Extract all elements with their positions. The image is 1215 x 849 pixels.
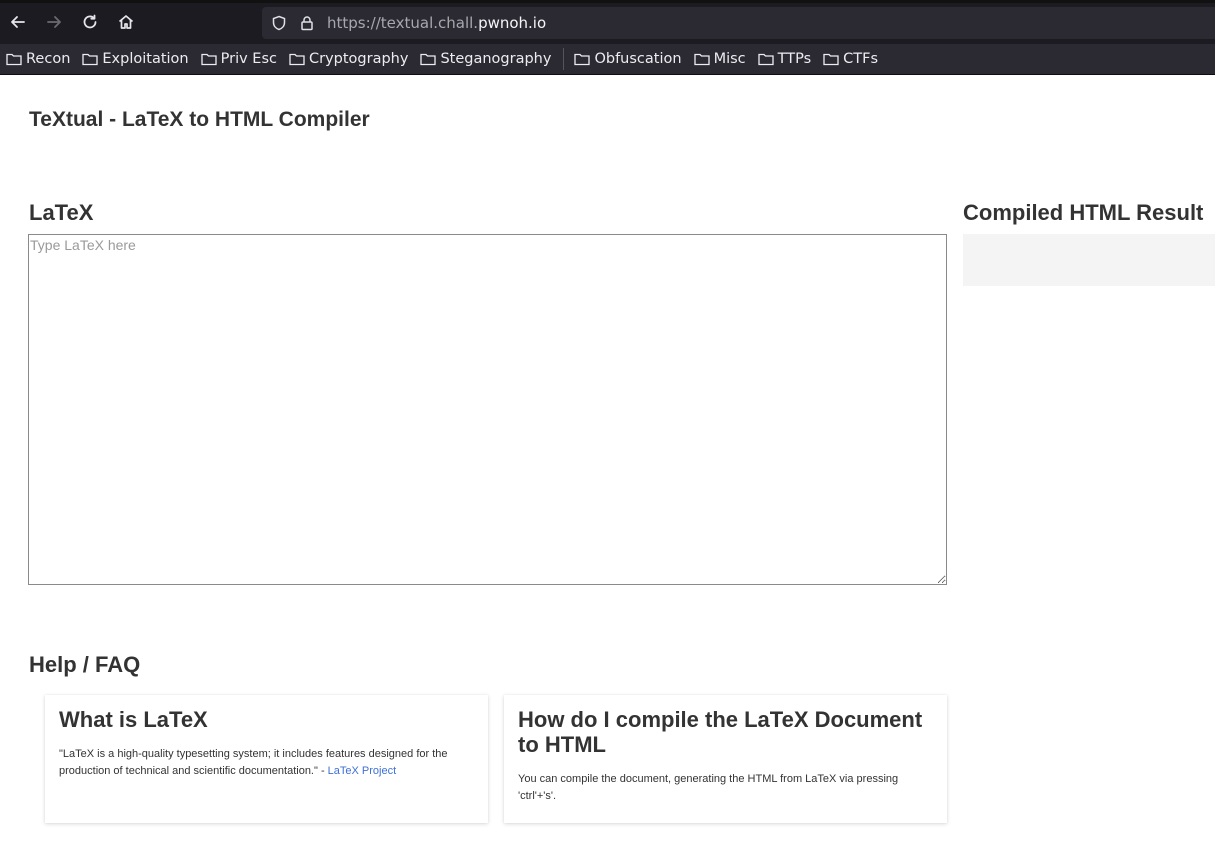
bookmark-steganography[interactable]: Steganography bbox=[420, 51, 551, 67]
bookmark-recon[interactable]: Recon bbox=[6, 51, 70, 67]
reload-icon[interactable] bbox=[72, 4, 108, 40]
faq-answer: "LaTeX is a high-quality typesetting sys… bbox=[59, 748, 448, 777]
result-heading: Compiled HTML Result bbox=[963, 200, 1204, 225]
folder-icon bbox=[6, 53, 22, 66]
faq-question: How do I compile the LaTeX Document to H… bbox=[518, 707, 923, 757]
back-icon[interactable] bbox=[0, 4, 36, 40]
bookmarks-bar: Recon Exploitation Priv Esc Cryptography… bbox=[0, 44, 1215, 75]
faq-answer: You can compile the document, generating… bbox=[518, 773, 899, 802]
home-icon[interactable] bbox=[108, 4, 144, 40]
bookmark-obfuscation[interactable]: Obfuscation bbox=[574, 51, 682, 67]
bookmark-separator bbox=[563, 48, 565, 70]
page-title: TeXtual - LaTeX to HTML Compiler bbox=[29, 108, 370, 131]
bookmark-misc[interactable]: Misc bbox=[693, 51, 746, 67]
folder-icon bbox=[200, 53, 217, 66]
bookmark-ttps[interactable]: TTPs bbox=[757, 51, 811, 67]
bookmark-ctfs[interactable]: CTFs bbox=[823, 51, 878, 67]
faq-card-what-is-latex: What is LaTeX "LaTeX is a high-quality t… bbox=[45, 695, 488, 823]
help-heading: Help / FAQ bbox=[29, 652, 141, 677]
folder-icon bbox=[82, 53, 99, 66]
latex-input[interactable] bbox=[28, 234, 947, 585]
latex-project-link[interactable]: LaTeX Project bbox=[328, 765, 396, 777]
url-domain: pwnoh.io bbox=[478, 14, 547, 32]
folder-icon bbox=[289, 53, 305, 66]
latex-heading: LaTeX bbox=[29, 200, 94, 225]
folder-icon bbox=[823, 53, 839, 66]
browser-toolbar: https://textual.chall. pwnoh.io bbox=[0, 0, 1215, 44]
bookmark-cryptography[interactable]: Cryptography bbox=[289, 51, 408, 67]
folder-icon bbox=[757, 53, 774, 66]
folder-icon bbox=[420, 53, 437, 66]
shield-icon[interactable] bbox=[268, 12, 290, 34]
faq-card-how-to-compile: How do I compile the LaTeX Document to H… bbox=[504, 695, 947, 823]
url-prefix: https://textual.chall. bbox=[327, 14, 479, 32]
forward-icon[interactable] bbox=[36, 4, 72, 40]
bookmark-exploitation[interactable]: Exploitation bbox=[82, 51, 189, 67]
bookmark-priv-esc[interactable]: Priv Esc bbox=[200, 51, 277, 67]
url-bar[interactable]: https://textual.chall. pwnoh.io bbox=[262, 7, 1215, 39]
faq-question: What is LaTeX bbox=[59, 707, 208, 732]
lock-icon[interactable] bbox=[296, 12, 318, 34]
folder-icon bbox=[574, 53, 591, 66]
compiled-result-output bbox=[963, 234, 1215, 286]
folder-icon bbox=[693, 53, 710, 66]
